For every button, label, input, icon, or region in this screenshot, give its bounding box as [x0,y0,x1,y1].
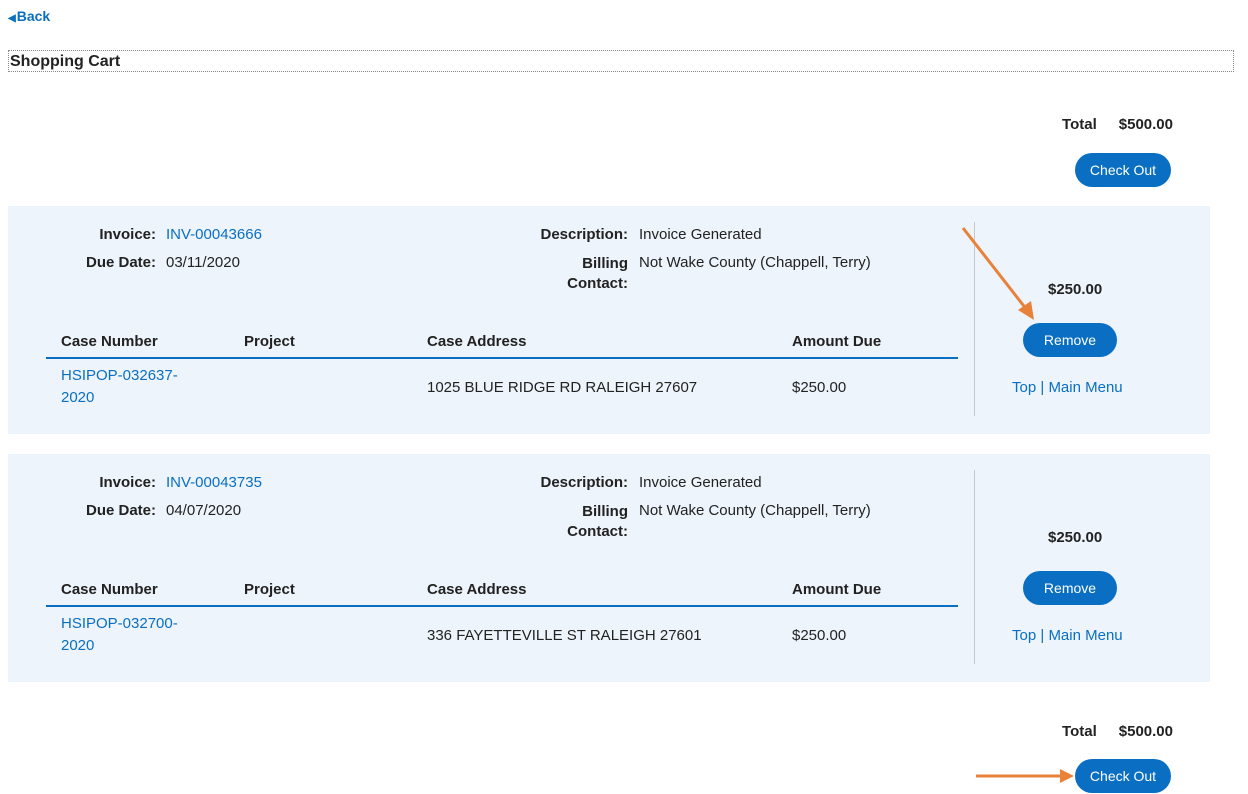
triangle-left-icon: ◀ [8,13,16,24]
description-label: Description: [540,474,628,491]
col-case-number: Case Number [61,581,158,598]
cart-total-bottom: Total $500.00 [1062,723,1173,740]
amount-due-value: $250.00 [792,379,847,396]
total-label: Total [1062,723,1097,740]
remove-button[interactable]: Remove [1023,571,1117,605]
invoice-label: Invoice: [99,226,156,243]
arrow-to-checkout-icon [976,769,1074,783]
col-project: Project [244,581,295,598]
case-number-link[interactable]: HSIPOP-032700- 2020 [61,613,201,657]
case-number-link[interactable]: HSIPOP-032637- 2020 [61,365,201,409]
top-link[interactable]: Top [1012,379,1036,396]
invoice-link[interactable]: INV-00043735 [166,474,262,491]
case-address-value: 1025 BLUE RIDGE RD RALEIGH 27607 [427,379,698,396]
col-amount-due: Amount Due [792,581,882,598]
column-divider [974,470,975,664]
col-project: Project [244,333,295,350]
col-case-address: Case Address [427,333,527,350]
total-label: Total [1062,116,1097,133]
case-number-line2: 2020 [61,637,95,654]
invoice-amount: $250.00 [1048,281,1103,298]
invoice-link[interactable]: INV-00043666 [166,226,262,243]
table-header-divider [46,605,958,607]
billing-contact-value: Not Wake County (Chappell, Terry) [639,254,871,271]
checkout-button-top[interactable]: Check Out [1075,153,1171,187]
total-value: $500.00 [1118,723,1173,740]
main-menu-link[interactable]: Main Menu [1048,627,1122,644]
table-header-divider [46,357,958,359]
case-number-line1: HSIPOP-032637- [61,367,178,384]
col-case-number: Case Number [61,333,158,350]
total-value: $500.00 [1118,116,1173,133]
amount-due-value: $250.00 [792,627,847,644]
cart-total-top: Total $500.00 [1062,116,1173,133]
billing-contact-label: Billing Contact: [567,255,628,292]
due-date-label: Due Date: [85,502,156,519]
remove-button[interactable]: Remove [1023,323,1117,357]
invoice-label: Invoice: [99,474,156,491]
back-label: Back [16,8,51,24]
link-separator: | [1040,627,1045,644]
description-value: Invoice Generated [639,474,762,491]
case-number-line1: HSIPOP-032700- [61,615,178,632]
case-number-line2: 2020 [61,389,95,406]
description-value: Invoice Generated [639,226,762,243]
billing-contact-value: Not Wake County (Chappell, Terry) [639,502,871,519]
col-case-address: Case Address [427,581,527,598]
back-link[interactable]: ◀Back [8,8,50,24]
invoice-card: Invoice: INV-00043735 Due Date: 04/07/20… [8,454,1210,682]
page-title: Shopping Cart [8,50,1234,72]
invoice-card: Invoice: INV-00043666 Due Date: 03/11/20… [8,206,1210,434]
col-amount-due: Amount Due [792,333,882,350]
case-address-value: 336 FAYETTEVILLE ST RALEIGH 27601 [427,627,702,644]
main-menu-link[interactable]: Main Menu [1048,379,1122,396]
top-link[interactable]: Top [1012,627,1036,644]
checkout-button-bottom[interactable]: Check Out [1075,759,1171,793]
invoice-amount: $250.00 [1048,529,1103,546]
link-separator: | [1040,379,1045,396]
column-divider [974,222,975,416]
due-date-label: Due Date: [85,254,156,271]
description-label: Description: [540,226,628,243]
billing-contact-label: Billing Contact: [567,503,628,540]
due-date-value: 03/11/2020 [166,254,240,271]
card-links: Top | Main Menu [1012,379,1123,396]
due-date-value: 04/07/2020 [166,502,242,519]
card-links: Top | Main Menu [1012,627,1123,644]
